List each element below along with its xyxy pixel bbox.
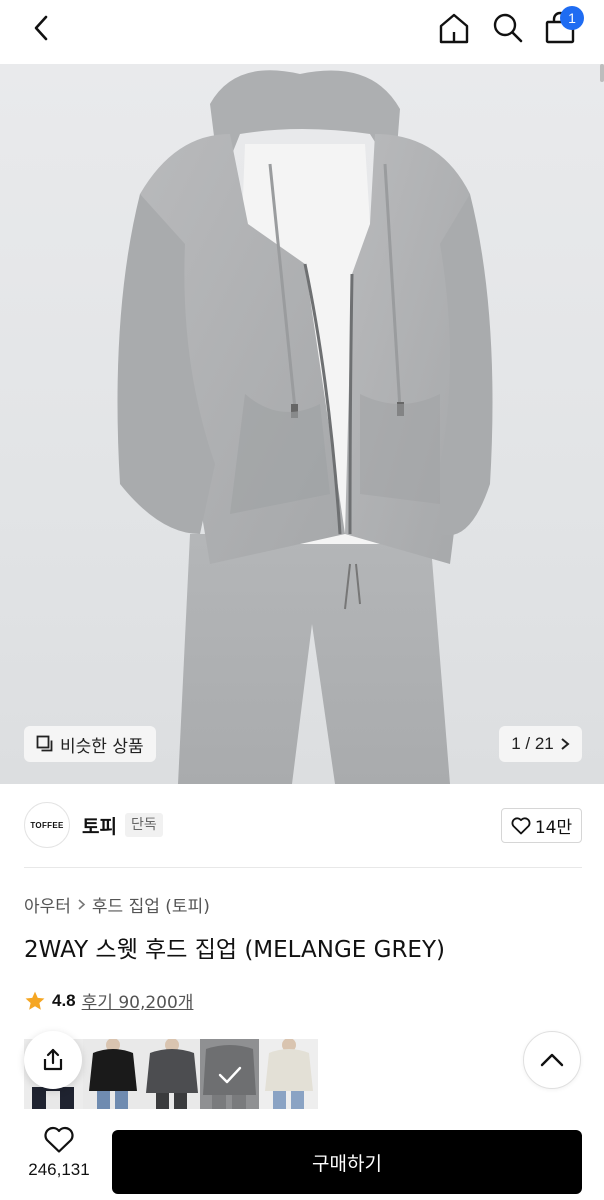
home-icon: [439, 13, 469, 44]
brand-logo-text: TOFFEE: [30, 820, 64, 830]
home-button[interactable]: [434, 8, 474, 48]
cart-button[interactable]: 1: [540, 6, 584, 48]
similar-products-button[interactable]: 비슷한 상품: [24, 726, 156, 762]
chevron-right-icon: [561, 738, 570, 750]
page-scrollbar[interactable]: [600, 64, 604, 784]
copy-icon: [36, 735, 53, 752]
scroll-to-top-button[interactable]: [523, 1031, 581, 1089]
rating-row: 4.8 후기 90,200개: [24, 988, 193, 1013]
top-app-bar: 1: [0, 0, 604, 64]
brand-logo[interactable]: TOFFEE: [24, 802, 70, 848]
color-thumbnail[interactable]: [82, 1039, 142, 1109]
search-button[interactable]: [488, 8, 528, 48]
exclusive-badge: 단독: [125, 813, 163, 837]
breadcrumb: 아우터 후드 집업 (토피): [24, 892, 210, 917]
color-thumbnail[interactable]: [259, 1039, 318, 1109]
wishlist-button[interactable]: 246,131: [20, 1126, 98, 1192]
chevron-right-icon: [78, 899, 86, 910]
cart-count-badge: 1: [560, 6, 584, 30]
similar-products-label: 비슷한 상품: [60, 736, 144, 757]
product-title: 2WAY 스웻 후드 집업 (MELANGE GREY): [24, 937, 445, 963]
color-thumbnail-selected[interactable]: [200, 1039, 260, 1109]
divider: [24, 867, 582, 868]
heart-outline-icon: [44, 1126, 74, 1153]
wishlist-count: 246,131: [28, 1160, 90, 1179]
rating-value: 4.8: [52, 990, 76, 1010]
color-thumbnail[interactable]: [141, 1039, 201, 1109]
buy-button[interactable]: 구매하기: [112, 1130, 582, 1194]
breadcrumb-subcategory[interactable]: 후드 집업 (토피): [92, 892, 210, 917]
brand-row: TOFFEE 토피 단독 14만: [24, 800, 582, 852]
brand-like-count: 14만: [534, 818, 573, 838]
star-icon: [25, 991, 45, 1010]
brand-name[interactable]: 토피: [82, 812, 117, 839]
heart-outline-icon: [511, 816, 531, 834]
image-counter[interactable]: 1 / 21: [499, 726, 582, 762]
review-count-link[interactable]: 후기 90,200개: [82, 988, 194, 1013]
brand-like-button[interactable]: 14만: [501, 808, 582, 843]
chevron-up-icon: [540, 1053, 564, 1067]
share-icon: [43, 1048, 63, 1071]
back-button[interactable]: [24, 10, 60, 46]
search-icon: [493, 13, 523, 43]
breadcrumb-category[interactable]: 아우터: [24, 892, 71, 917]
chevron-left-icon: [34, 15, 48, 41]
share-button[interactable]: [24, 1031, 82, 1089]
product-image-carousel[interactable]: 비슷한 상품 1 / 21: [0, 64, 604, 784]
image-counter-text: 1 / 21: [511, 734, 554, 753]
product-photo: [117, 70, 493, 784]
